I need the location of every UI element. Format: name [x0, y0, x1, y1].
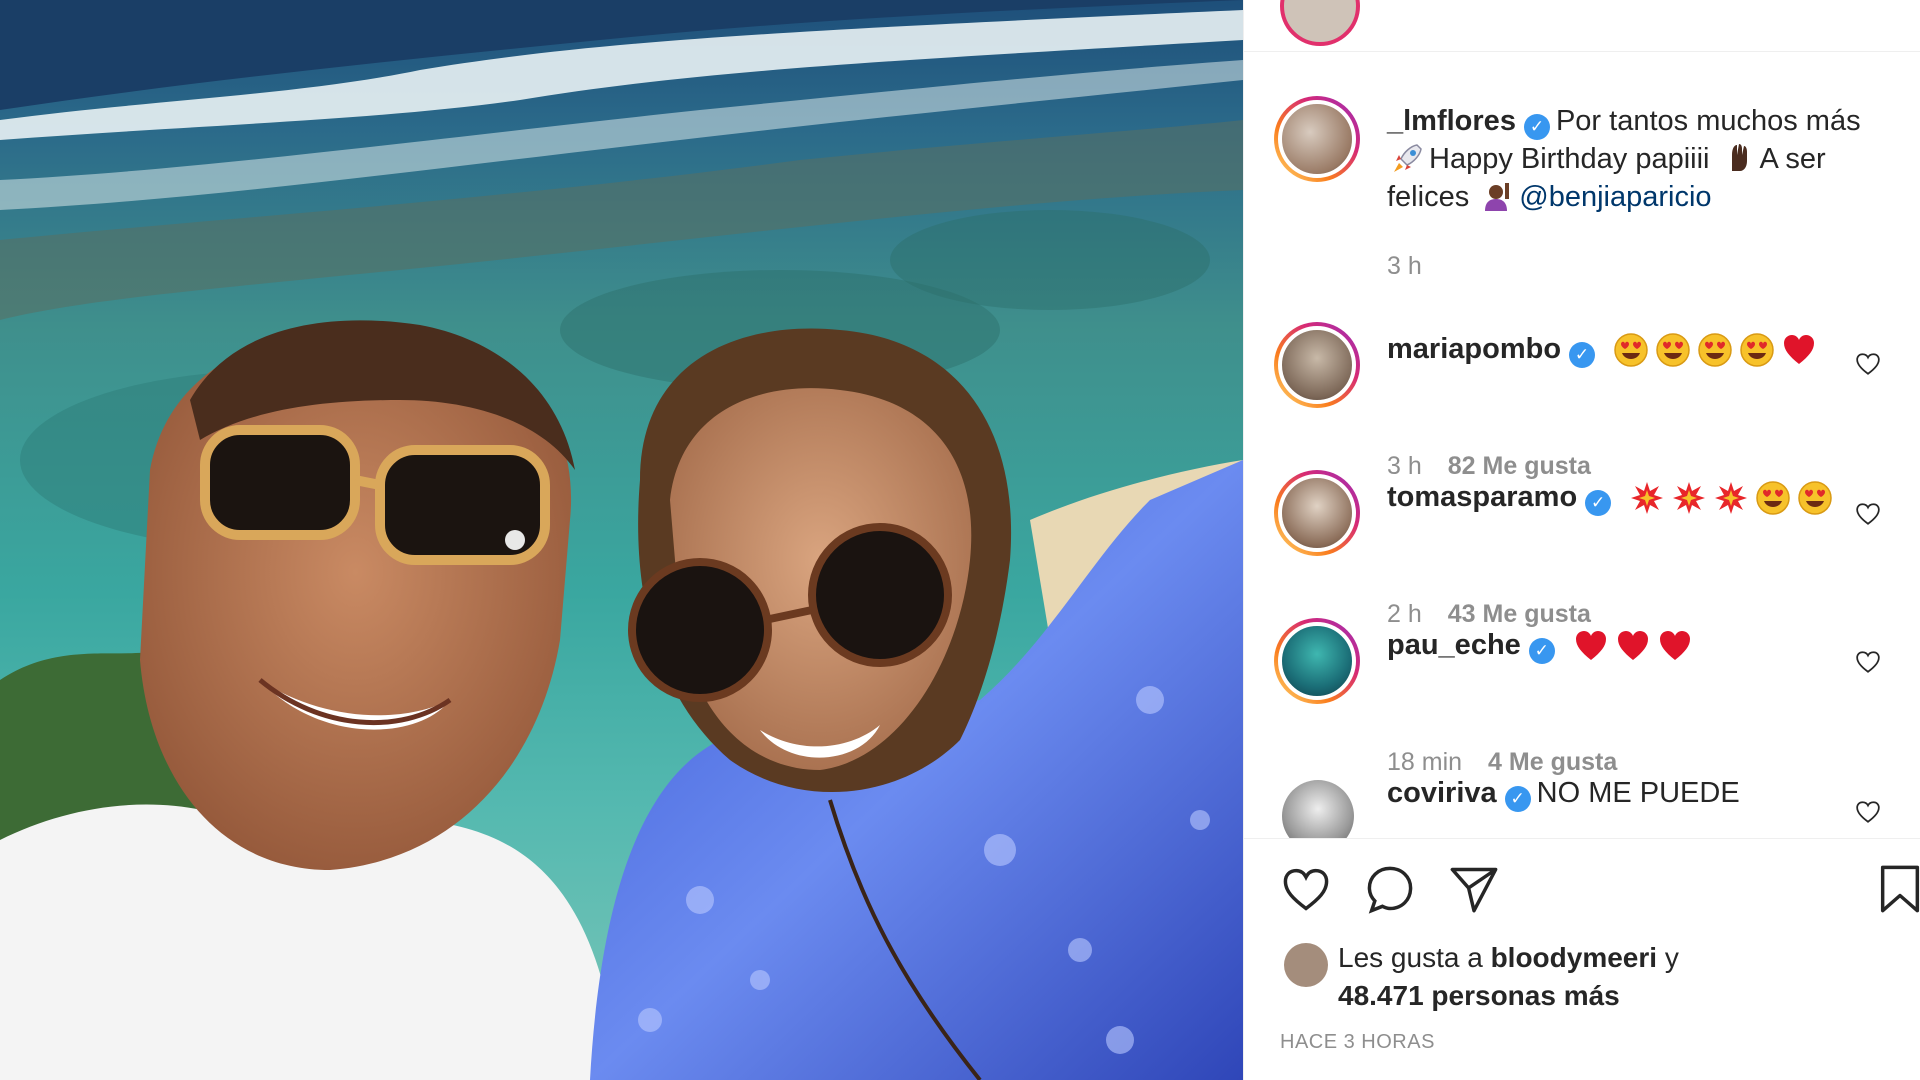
- comments-list[interactable]: _lmflores ✓ Por tantos muchos más Happy Bi…: [1244, 52, 1920, 838]
- post-sidebar: _lmflores ✓ Por tantos muchos más Happy Bi…: [1243, 0, 1920, 1080]
- collision-emoji-icon: [1673, 482, 1706, 515]
- author-avatar[interactable]: [1280, 0, 1360, 46]
- comment-avatar-coviriva[interactable]: [1282, 780, 1354, 838]
- instagram-post-view: _lmflores ✓ Por tantos muchos más Happy Bi…: [0, 0, 1920, 1080]
- heart-eyes-emoji-icon: [1798, 481, 1832, 516]
- verified-badge-icon: ✓: [1585, 490, 1612, 516]
- caption-avatar-photo: [1278, 100, 1356, 178]
- verified-badge-icon: ✓: [1504, 786, 1531, 812]
- heart-eyes-emoji-icon: [1756, 481, 1790, 516]
- post-time-ago[interactable]: HACE 3 HORAS: [1280, 1031, 1435, 1054]
- like-comment-heart-icon[interactable]: [1855, 650, 1881, 674]
- red-heart-emoji-icon: [1784, 335, 1815, 365]
- rocket-emoji-icon: [1394, 144, 1422, 172]
- comment-username[interactable]: tomasparamo: [1387, 481, 1577, 513]
- verified-badge-icon: ✓: [1569, 342, 1596, 368]
- comment-username[interactable]: coviriva: [1387, 777, 1497, 809]
- caption-line-1: Por tantos muchos más: [1555, 105, 1861, 137]
- verified-badge-icon: ✓: [1523, 114, 1550, 140]
- comment-time[interactable]: 18 min: [1387, 748, 1462, 776]
- heart-eyes-emoji-icon: [1614, 333, 1648, 368]
- post-actions: Les gusta a bloodymeeri y 48.471 persona…: [1244, 838, 1920, 1080]
- comment-pau-eche: pau_eche ✓: [1387, 626, 1867, 664]
- comment-tomasparamo: tomasparamo ✓: [1387, 478, 1867, 516]
- caption-line-2: Happy Birthday papiiii: [1429, 143, 1710, 175]
- comment-coviriva: coviriva ✓ NO ME PUEDE: [1387, 774, 1867, 812]
- red-heart-emoji-icon: [1617, 631, 1648, 661]
- share-paper-plane-icon[interactable]: [1448, 863, 1500, 915]
- like-comment-heart-icon[interactable]: [1855, 800, 1881, 824]
- avatar-photo: [1278, 622, 1356, 700]
- red-heart-emoji-icon: [1659, 631, 1690, 661]
- save-bookmark-icon[interactable]: [1874, 863, 1920, 915]
- comment-emojis: [1629, 480, 1833, 516]
- caption-meta: 3 h: [1387, 252, 1422, 281]
- comment-avatar-mariapombo[interactable]: [1274, 322, 1360, 408]
- caption-time[interactable]: 3 h: [1387, 252, 1422, 280]
- liked-by-prefix: Les gusta a: [1338, 942, 1483, 973]
- comment-avatar-tomasparamo[interactable]: [1274, 470, 1360, 556]
- heart-eyes-emoji-icon: [1698, 333, 1732, 368]
- caption-text: _lmflores ✓ Por tantos muchos más Happy Bi…: [1387, 102, 1867, 216]
- comment-username[interactable]: mariapombo: [1387, 333, 1561, 365]
- post-header: [1244, 0, 1920, 52]
- comment-meta-mariapombo: 3 h 82 Me gusta: [1387, 452, 1591, 481]
- avatar-photo: [1278, 474, 1356, 552]
- liked-by-avatar[interactable]: [1284, 943, 1328, 987]
- raised-fist-emoji-icon: [1731, 144, 1747, 171]
- caption-line-3: A ser: [1759, 143, 1826, 175]
- comment-text: NO ME PUEDE: [1536, 777, 1740, 809]
- comment-likes[interactable]: 43 Me gusta: [1448, 600, 1591, 628]
- collision-emoji-icon: [1631, 482, 1664, 515]
- caption-avatar[interactable]: [1274, 96, 1360, 182]
- comment-emojis: [1573, 628, 1693, 664]
- comment-bubble-icon[interactable]: [1364, 863, 1416, 915]
- comment-time[interactable]: 2 h: [1387, 600, 1422, 628]
- collision-emoji-icon: [1715, 482, 1748, 515]
- liked-by-user[interactable]: bloodymeeri: [1491, 942, 1657, 973]
- comment-likes[interactable]: 4 Me gusta: [1488, 748, 1617, 776]
- like-comment-heart-icon[interactable]: [1855, 352, 1881, 376]
- liked-by-summary: Les gusta a bloodymeeri y 48.471 persona…: [1338, 939, 1679, 1015]
- liked-by-others[interactable]: 48.471 personas más: [1338, 980, 1620, 1011]
- heart-eyes-emoji-icon: [1740, 333, 1774, 368]
- caption-line-4: felices: [1387, 181, 1470, 213]
- red-heart-emoji-icon: [1575, 631, 1606, 661]
- caption-username[interactable]: _lmflores: [1387, 105, 1516, 137]
- comment-username[interactable]: pau_eche: [1387, 629, 1521, 661]
- like-heart-icon[interactable]: [1280, 863, 1332, 915]
- avatar-photo: [1278, 326, 1356, 404]
- post-photo[interactable]: [0, 0, 1243, 1080]
- person-raising-hand-emoji-icon: [1485, 183, 1510, 211]
- comment-avatar-pau-eche[interactable]: [1274, 618, 1360, 704]
- comment-mariapombo: mariapombo ✓: [1387, 330, 1867, 368]
- liked-by-conj: y: [1664, 942, 1679, 973]
- comment-likes[interactable]: 82 Me gusta: [1448, 452, 1591, 480]
- comment-meta-pau-eche: 18 min 4 Me gusta: [1387, 748, 1617, 777]
- verified-badge-icon: ✓: [1528, 638, 1555, 664]
- heart-eyes-emoji-icon: [1656, 333, 1690, 368]
- comment-time[interactable]: 3 h: [1387, 452, 1422, 480]
- selfie-beach-image: [0, 0, 1243, 1080]
- avatar-photo: [1282, 780, 1354, 838]
- comment-emojis: [1613, 332, 1817, 368]
- like-comment-heart-icon[interactable]: [1855, 502, 1881, 526]
- caption-mention[interactable]: @benjiaparicio: [1519, 181, 1711, 213]
- comment-meta-tomasparamo: 2 h 43 Me gusta: [1387, 600, 1591, 629]
